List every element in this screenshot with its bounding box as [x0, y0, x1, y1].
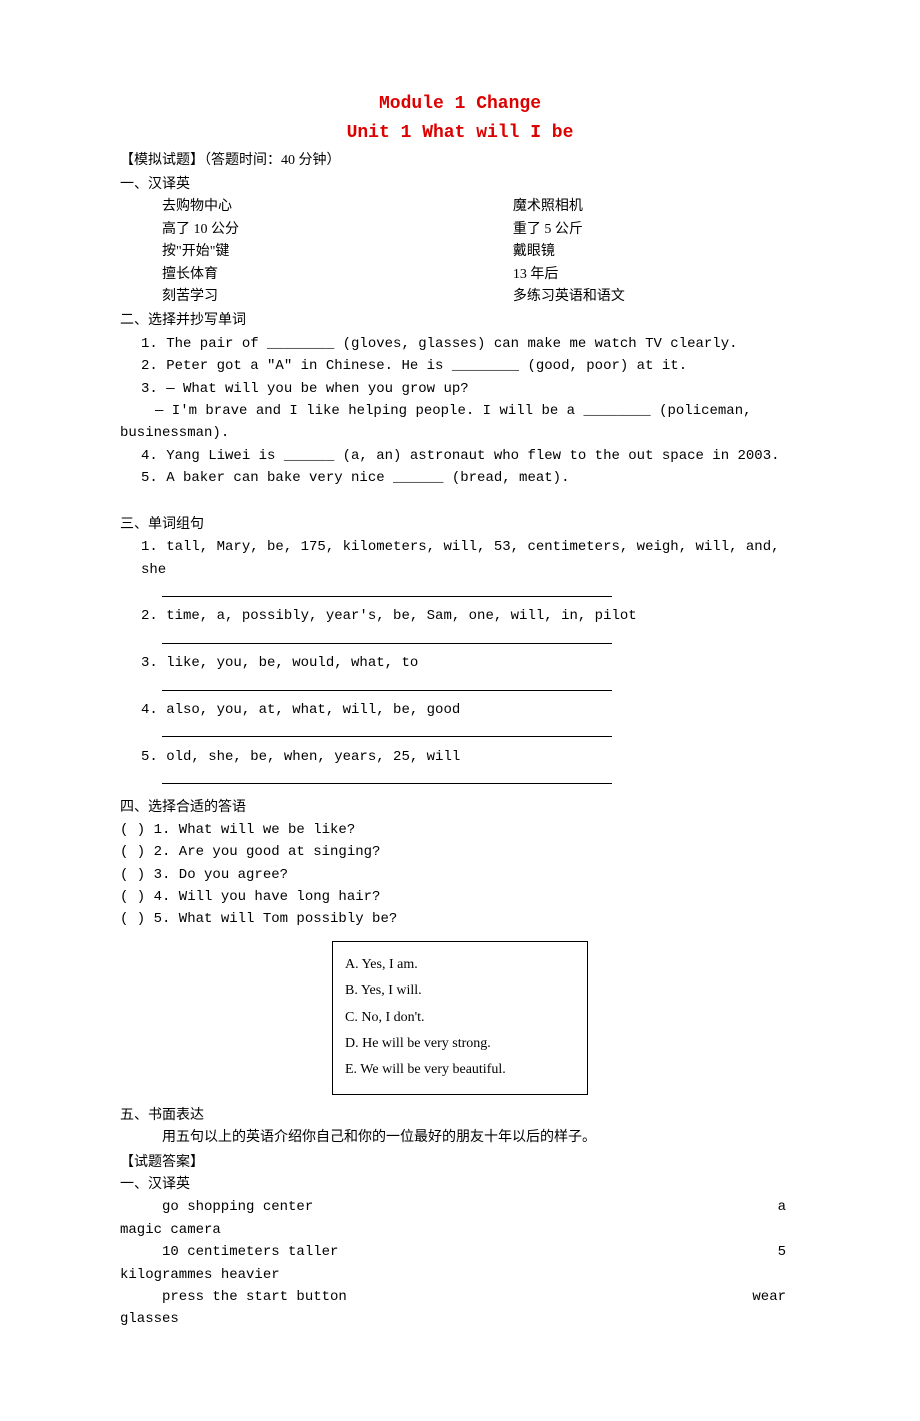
answers-heading: 【试题答案】: [120, 1152, 800, 1174]
translation-right: 戴眼镜: [513, 241, 800, 263]
answer-blank-line[interactable]: [162, 723, 800, 745]
section1-heading: 一、汉译英: [120, 174, 800, 196]
answer-left: 10 centimeters taller: [120, 1241, 338, 1263]
section5-prompt: 用五句以上的英语介绍你自己和你的一位最好的朋友十年以后的样子。: [120, 1127, 800, 1149]
translation-row: 按"开始"键戴眼镜: [120, 241, 800, 263]
translation-row: 擅长体育13 年后: [120, 264, 800, 286]
matching-question[interactable]: ( ) 2. Are you good at singing?: [120, 841, 800, 863]
answer-blank-line[interactable]: [162, 677, 800, 699]
translation-left: 高了 10 公分: [120, 219, 513, 241]
answer-continuation: kilogrammes heavier: [120, 1264, 800, 1286]
answer-option: A. Yes, I am.: [345, 954, 575, 976]
sentence-scramble-item: 3. like, you, be, would, what, to: [120, 652, 800, 674]
answer-left: go shopping center: [120, 1196, 313, 1218]
choice-item: 3. — What will you be when you grow up?: [120, 378, 800, 400]
section5-heading: 五、书面表达: [120, 1105, 800, 1127]
sentence-scramble-item: 1. tall, Mary, be, 175, kilometers, will…: [120, 536, 800, 581]
answer-right: 5: [778, 1241, 800, 1263]
answer-right: a: [778, 1196, 800, 1218]
translation-left: 擅长体育: [120, 264, 513, 286]
sentence-scramble-item: 5. old, she, be, when, years, 25, will: [120, 746, 800, 768]
translation-right: 重了 5 公斤: [513, 219, 800, 241]
section3-heading: 三、单词组句: [120, 514, 800, 536]
matching-question[interactable]: ( ) 4. Will you have long hair?: [120, 886, 800, 908]
matching-question[interactable]: ( ) 1. What will we be like?: [120, 819, 800, 841]
translation-left: 去购物中心: [120, 196, 513, 218]
test-header: 【模拟试题】（答题时间：40 分钟）: [120, 150, 800, 172]
translation-left: 刻苦学习: [120, 286, 513, 308]
translation-right: 13 年后: [513, 264, 800, 286]
choice-item: 2. Peter got a "A" in Chinese. He is ___…: [120, 355, 800, 377]
unit-subtitle: Unit 1 What will I be: [120, 119, 800, 148]
answer-option: B. Yes, I will.: [345, 980, 575, 1002]
answer-row: press the start button wear: [120, 1286, 800, 1308]
sentence-scramble-item: 4. also, you, at, what, will, be, good: [120, 699, 800, 721]
choice-item: 4. Yang Liwei is ______ (a, an) astronau…: [120, 445, 800, 467]
translation-left: 按"开始"键: [120, 241, 513, 263]
answer-continuation: glasses: [120, 1308, 800, 1330]
answer-right: wear: [752, 1286, 800, 1308]
answers-s1-heading: 一、汉译英: [120, 1174, 800, 1196]
answer-continuation: magic camera: [120, 1219, 800, 1241]
answer-option: C. No, I don't.: [345, 1007, 575, 1029]
answer-options-box: A. Yes, I am. B. Yes, I will. C. No, I don…: [332, 941, 588, 1095]
answer-blank-line[interactable]: [162, 770, 800, 792]
answer-blank-line[interactable]: [162, 583, 800, 605]
matching-question[interactable]: ( ) 3. Do you agree?: [120, 864, 800, 886]
answer-row: 10 centimeters taller 5: [120, 1241, 800, 1263]
translation-right: 魔术照相机: [513, 196, 800, 218]
section4-heading: 四、选择合适的答语: [120, 797, 800, 819]
translation-row: 刻苦学习多练习英语和语文: [120, 286, 800, 308]
matching-question[interactable]: ( ) 5. What will Tom possibly be?: [120, 908, 800, 930]
answer-blank-line[interactable]: [162, 630, 800, 652]
translation-right: 多练习英语和语文: [513, 286, 800, 308]
translation-row: 高了 10 公分重了 5 公斤: [120, 219, 800, 241]
answer-row: go shopping center a: [120, 1196, 800, 1218]
choice-item: 1. The pair of ________ (gloves, glasses…: [120, 333, 800, 355]
translation-row: 去购物中心魔术照相机: [120, 196, 800, 218]
answer-option: E. We will be very beautiful.: [345, 1059, 575, 1081]
choice-item: 5. A baker can bake very nice ______ (br…: [120, 467, 800, 489]
answer-option: D. He will be very strong.: [345, 1033, 575, 1055]
sentence-scramble-item: 2. time, a, possibly, year's, be, Sam, o…: [120, 605, 800, 627]
module-title: Module 1 Change: [120, 90, 800, 119]
section2-heading: 二、选择并抄写单词: [120, 310, 800, 332]
choice-item: — I'm brave and I like helping people. I…: [120, 400, 800, 445]
answer-left: press the start button: [120, 1286, 347, 1308]
